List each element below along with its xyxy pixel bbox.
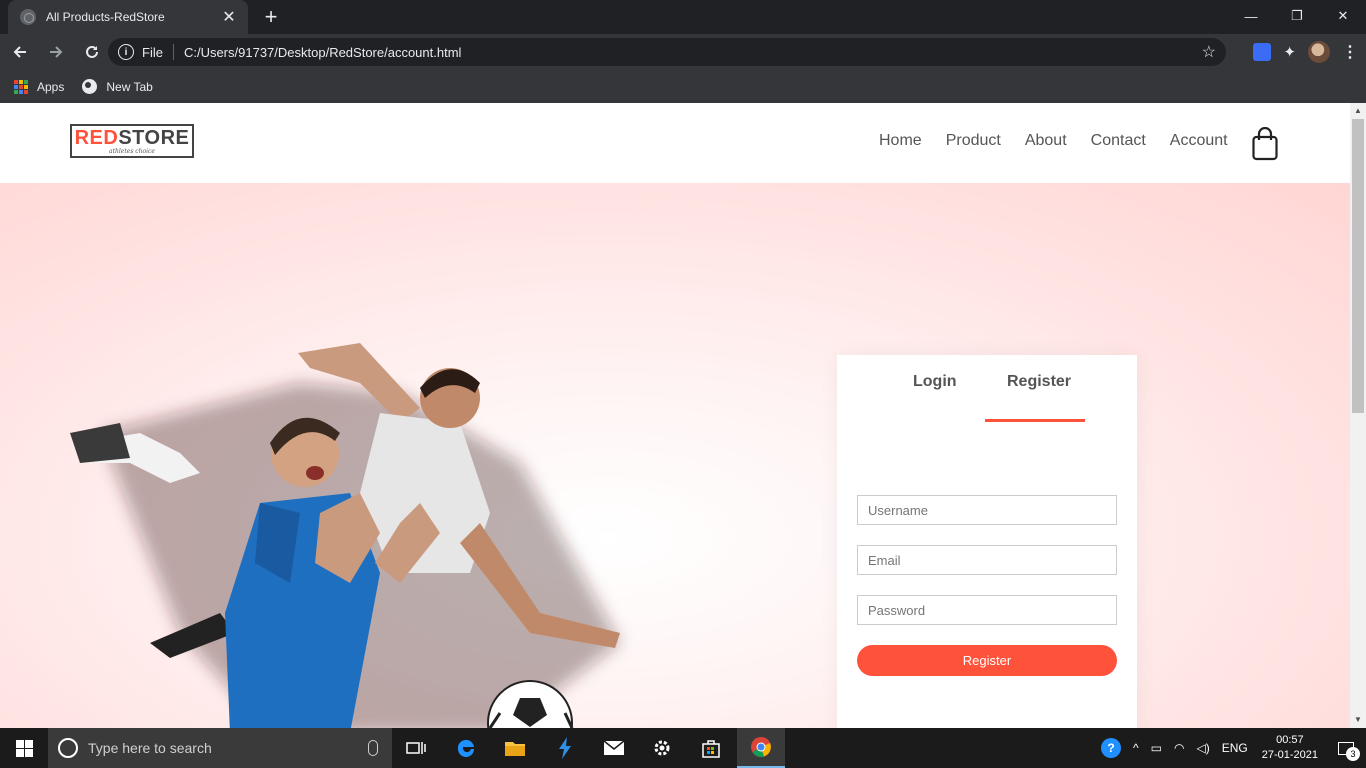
taskbar-chrome[interactable] [737, 728, 785, 768]
arrow-right-icon [50, 46, 63, 58]
globe-icon [82, 79, 98, 94]
minimize-button[interactable]: — [1228, 0, 1274, 32]
browser-toolbar: i File C:/Users/91737/Desktop/RedStore/a… [0, 34, 1366, 70]
clock-time: 00:57 [1276, 734, 1304, 746]
site-header: REDSTORE athletes choice Home Product Ab… [0, 103, 1350, 183]
football-players-image [70, 343, 620, 728]
profile-avatar[interactable] [1308, 41, 1330, 63]
taskbar-edge[interactable] [442, 728, 490, 768]
volume-icon[interactable]: ◁) [1196, 741, 1209, 755]
taskbar-file-explorer[interactable] [491, 728, 539, 768]
puzzle-icon[interactable]: ✦ [1283, 43, 1296, 61]
window-controls: — ❐ ✕ [1228, 0, 1366, 32]
active-tab-indicator [985, 419, 1085, 422]
taskbar-clock[interactable]: 00:57 27-01-2021 [1262, 733, 1318, 763]
page-viewport: REDSTORE athletes choice Home Product Ab… [0, 103, 1366, 728]
store-bag-icon [702, 740, 720, 758]
taskbar-store[interactable] [687, 728, 735, 768]
task-view-icon [406, 742, 426, 754]
bookmark-apps[interactable]: Apps [14, 79, 65, 94]
chrome-icon [751, 737, 771, 757]
new-tab-button[interactable]: + [258, 4, 284, 30]
username-input[interactable] [857, 495, 1117, 525]
gear-icon [654, 740, 670, 756]
battery-icon[interactable]: ▭ [1151, 741, 1162, 755]
scroll-down-icon[interactable]: ▼ [1350, 712, 1366, 728]
address-bar[interactable]: i File C:/Users/91737/Desktop/RedStore/a… [108, 38, 1226, 66]
email-input[interactable] [857, 545, 1117, 575]
nav-account[interactable]: Account [1170, 132, 1228, 150]
kebab-menu-icon[interactable]: ⋮ [1342, 42, 1358, 62]
bookmark-star-icon[interactable]: ☆ [1202, 42, 1216, 62]
taskbar-settings[interactable] [638, 728, 686, 768]
restore-button[interactable]: ❐ [1274, 0, 1320, 32]
bookmark-label: New Tab [106, 79, 153, 94]
tab-login[interactable]: Login [913, 373, 957, 391]
logo-wordmark: REDSTORE [74, 126, 190, 149]
mail-icon [603, 740, 625, 755]
windows-logo-icon [15, 739, 33, 757]
forward-button[interactable] [40, 36, 72, 68]
chevron-up-icon[interactable]: ^ [1133, 741, 1139, 755]
nav-product[interactable]: Product [946, 132, 1001, 150]
action-center-button[interactable]: 3 [1326, 728, 1366, 768]
page-scrollbar[interactable]: ▲ ▼ [1350, 103, 1366, 728]
bookmarks-bar: Apps New Tab [0, 70, 1366, 103]
windows-taskbar: Type here to search ? ^ ▭ ◠ ◁) ENG 00:57… [0, 728, 1366, 768]
start-button[interactable] [0, 728, 48, 768]
redstore-logo[interactable]: REDSTORE athletes choice [70, 124, 194, 158]
url-text[interactable]: C:/Users/91737/Desktop/RedStore/account.… [184, 45, 1202, 60]
reload-button[interactable] [76, 36, 108, 68]
scrollbar-thumb[interactable] [1352, 119, 1364, 413]
nav-home[interactable]: Home [879, 132, 922, 150]
tab-register[interactable]: Register [1007, 373, 1071, 391]
nav-about[interactable]: About [1025, 132, 1067, 150]
tab-close-button[interactable]: ✕ [220, 7, 238, 27]
toolbar-extensions: ✦ ⋮ [1253, 38, 1358, 66]
cortana-icon [58, 738, 78, 758]
info-icon[interactable]: i [118, 44, 134, 60]
search-placeholder: Type here to search [88, 740, 212, 756]
language-indicator[interactable]: ENG [1222, 741, 1248, 755]
browser-tab-strip: All Products-RedStore ✕ + — ❐ ✕ [0, 0, 1366, 34]
system-tray: ? ^ ▭ ◠ ◁) ENG 00:57 27-01-2021 3 [1095, 728, 1366, 768]
taskbar-mail[interactable] [590, 728, 638, 768]
back-button[interactable] [4, 36, 36, 68]
lightning-icon [559, 737, 571, 759]
bookmark-label: Apps [37, 79, 65, 94]
browser-tab[interactable]: All Products-RedStore ✕ [8, 0, 248, 34]
divider [172, 44, 174, 60]
password-input[interactable] [857, 595, 1117, 625]
register-button[interactable]: Register [857, 645, 1117, 676]
main-nav: Home Product About Contact Account [867, 132, 1240, 150]
reload-icon [86, 45, 98, 58]
bookmark-new-tab[interactable]: New Tab [82, 79, 153, 94]
globe-icon [20, 9, 36, 25]
help-icon[interactable]: ? [1101, 738, 1121, 758]
folder-icon [505, 742, 525, 756]
shopping-bag-icon[interactable] [1252, 127, 1278, 161]
form-tabs: Login Register [837, 373, 1137, 422]
scheme-label: File [142, 44, 163, 60]
close-window-button[interactable]: ✕ [1320, 0, 1366, 32]
account-hero: Login Register Register [0, 183, 1350, 728]
scroll-up-icon[interactable]: ▲ [1350, 103, 1366, 119]
taskbar-search[interactable]: Type here to search [48, 728, 392, 768]
arrow-left-icon [13, 46, 26, 58]
clock-date: 27-01-2021 [1261, 749, 1318, 761]
extension-icon[interactable] [1253, 43, 1272, 61]
tab-title: All Products-RedStore [46, 10, 165, 24]
account-form-card: Login Register Register [837, 355, 1137, 728]
apps-grid-icon [14, 79, 28, 94]
wifi-icon[interactable]: ◠ [1174, 741, 1184, 755]
microphone-icon[interactable] [368, 740, 378, 756]
logo-tagline: athletes choice [109, 147, 155, 155]
nav-contact[interactable]: Contact [1091, 132, 1146, 150]
edge-icon [457, 739, 474, 757]
task-view-button[interactable] [392, 728, 440, 768]
notification-badge: 3 [1346, 747, 1360, 761]
taskbar-app-bolt[interactable] [541, 728, 589, 768]
